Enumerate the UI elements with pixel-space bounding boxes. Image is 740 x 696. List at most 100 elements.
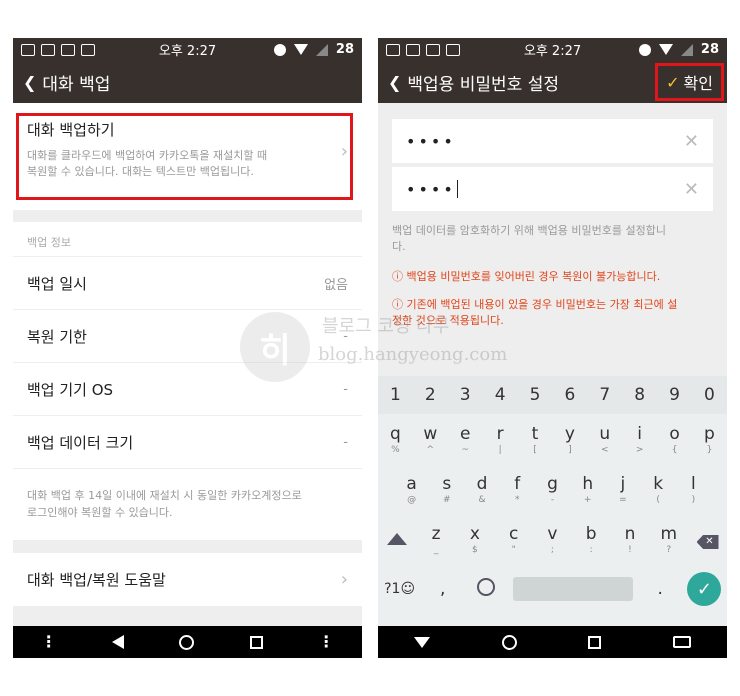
key-i[interactable]: i >	[624, 424, 656, 455]
key-s[interactable]: s #	[431, 474, 463, 505]
key-label: k	[653, 473, 664, 494]
key-e[interactable]: e ~	[449, 424, 481, 455]
status-bar: 오후 2:27 28	[378, 38, 727, 61]
help-item-label: 대화 백업/복원 도움말	[27, 571, 166, 589]
key-a[interactable]: a @	[396, 474, 428, 505]
key-label: 1	[390, 385, 401, 405]
key-q[interactable]: q%	[379, 424, 411, 455]
backup-conversation-item[interactable]: 대화 백업하기 대화를 클라우드에 백업하여 카카오톡을 재설치할 때 복원할 …	[13, 103, 362, 210]
key-alt-label: |	[498, 444, 502, 455]
key-label: 2	[424, 385, 436, 405]
key-1[interactable]: 1	[379, 385, 411, 405]
key-n[interactable]: n!	[614, 524, 646, 555]
clear-icon[interactable]: ✕	[684, 131, 699, 152]
key-alt-label: (	[656, 494, 660, 505]
key-p[interactable]: p}	[693, 424, 725, 455]
key-alt-label: {	[671, 444, 678, 455]
battery-level: 28	[700, 42, 719, 57]
shift-key[interactable]	[381, 530, 413, 549]
key-u[interactable]: u <	[589, 424, 621, 455]
key-y[interactable]: y]	[554, 424, 586, 455]
key-8[interactable]: 8	[624, 385, 656, 405]
text-cursor	[456, 180, 458, 198]
comma-key[interactable]: ,	[427, 579, 459, 599]
key-4[interactable]: 4	[484, 385, 516, 405]
key-9[interactable]: 9	[659, 385, 691, 405]
key-alt-label: -	[550, 494, 555, 505]
key-t[interactable]: t[	[519, 424, 551, 455]
key-z[interactable]: z _	[420, 524, 452, 555]
key-6[interactable]: 6	[554, 385, 586, 405]
row-value: 없음	[324, 277, 348, 293]
key-label: x	[469, 523, 480, 544]
keyboard-switch-icon[interactable]	[673, 636, 692, 648]
confirm-label: 확인	[683, 74, 713, 93]
menu-dots-icon[interactable]: ⋮	[318, 634, 334, 650]
key-alt-label: ^	[426, 444, 435, 455]
comma-key-label: ,	[440, 579, 446, 599]
key-o[interactable]: o{	[659, 424, 691, 455]
key-h[interactable]: h +	[572, 474, 604, 505]
password-confirm-field[interactable]: •••• ✕	[392, 167, 713, 211]
key-alt-label: )	[691, 494, 696, 505]
key-0[interactable]: 0	[693, 385, 725, 405]
key-d[interactable]: d &	[466, 474, 498, 505]
notice-line2: 로그인해야 복원할 수 있습니다.	[27, 506, 173, 519]
key-alt-label: "	[511, 544, 516, 555]
backspace-key[interactable]: ✕	[692, 529, 724, 549]
keyboard-row-2: a @ s # d & f * g - h + j = k(l)	[378, 464, 727, 514]
key-v[interactable]: v;	[536, 524, 568, 555]
navigation-bar: ⋮ ⋮	[13, 626, 362, 658]
row-value: -	[343, 328, 348, 344]
space-key[interactable]	[513, 577, 634, 601]
key-g[interactable]: g-	[536, 474, 568, 505]
nav-home-icon[interactable]	[501, 634, 517, 650]
key-label: 9	[669, 385, 680, 405]
key-b[interactable]: b:	[575, 524, 607, 555]
key-2[interactable]: 2	[414, 385, 446, 405]
key-c[interactable]: c "	[498, 524, 530, 555]
key-alt-label: $	[472, 544, 478, 555]
nav-recent-icon[interactable]	[588, 635, 602, 649]
key-alt-label: !	[628, 544, 632, 555]
key-5[interactable]: 5	[519, 385, 551, 405]
key-r[interactable]: r |	[484, 424, 516, 455]
backspace-icon: ✕	[696, 535, 719, 549]
key-f[interactable]: f *	[501, 474, 533, 505]
chevron-right-icon: ›	[340, 569, 348, 590]
nav-recent-icon[interactable]	[249, 635, 263, 649]
period-key[interactable]: .	[644, 579, 676, 599]
key-label: a	[406, 473, 417, 494]
menu-dots-icon[interactable]: ⋮	[41, 634, 57, 650]
key-7[interactable]: 7	[589, 385, 621, 405]
language-key[interactable]	[470, 578, 502, 600]
key-label: n	[624, 523, 636, 544]
key-w[interactable]: w ^	[414, 424, 446, 455]
clear-icon[interactable]: ✕	[684, 179, 699, 200]
gmail-notification-icon	[406, 43, 420, 56]
key-label: p	[704, 423, 715, 444]
battery-level: 28	[335, 42, 354, 57]
key-k[interactable]: k(	[642, 474, 674, 505]
key-x[interactable]: x $	[459, 524, 491, 555]
signal-icon	[315, 43, 328, 56]
chevron-right-icon: ›	[340, 141, 348, 162]
gmail-notification-icon	[41, 43, 55, 56]
key-m[interactable]: m?	[653, 524, 685, 555]
enter-check-icon[interactable]: ✓	[687, 572, 722, 606]
help-item[interactable]: 대화 백업/복원 도움말 ›	[13, 552, 362, 606]
confirm-button[interactable]: ✓ 확인	[655, 63, 724, 101]
key-j[interactable]: j =	[607, 474, 639, 505]
back-chevron-icon[interactable]: ❮	[388, 73, 401, 92]
password-field[interactable]: •••• ✕	[392, 119, 713, 163]
hide-keyboard-icon[interactable]	[413, 636, 430, 648]
key-alt-label: %	[391, 444, 400, 455]
key-3[interactable]: 3	[449, 385, 481, 405]
nav-back-icon[interactable]	[112, 635, 125, 649]
key-alt-label: _	[433, 544, 439, 555]
desc-line1: 백업 데이터를 암호화하기 위해 백업용 비밀번호를 설정합니	[392, 224, 666, 237]
symbols-key[interactable]: ?1☺	[384, 581, 416, 597]
nav-home-icon[interactable]	[179, 634, 195, 650]
back-chevron-icon[interactable]: ❮	[23, 73, 36, 92]
key-l[interactable]: l)	[677, 474, 709, 505]
